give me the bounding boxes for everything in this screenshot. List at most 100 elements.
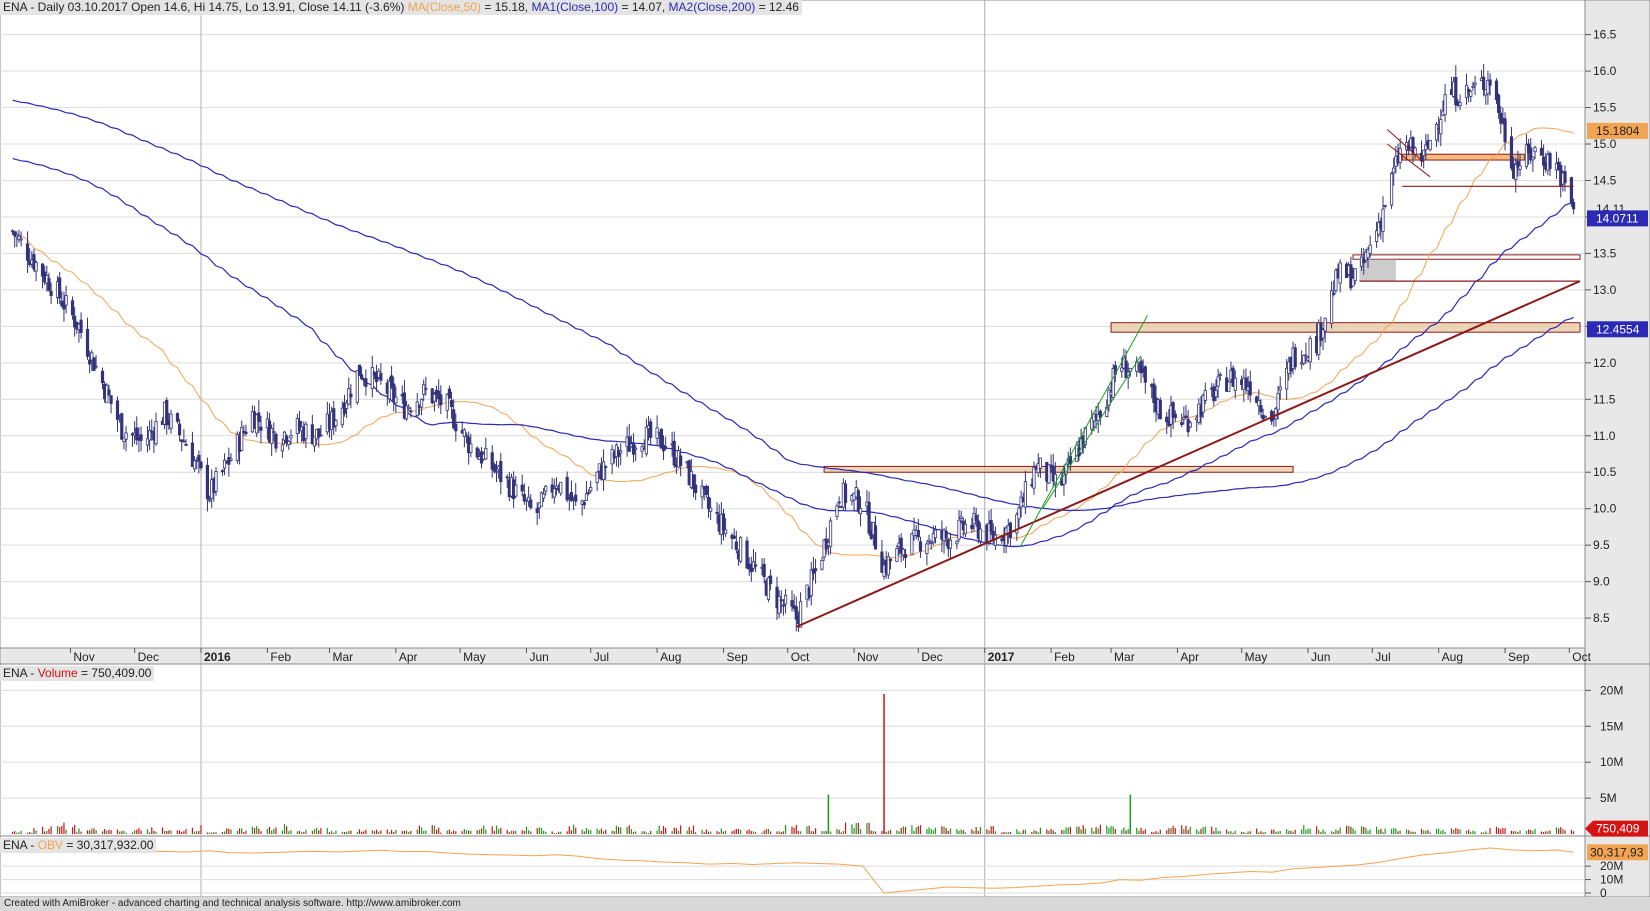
candle-body — [1563, 171, 1567, 184]
candle-body — [109, 395, 113, 404]
candle-body — [715, 511, 719, 514]
price-tick-label: 12.0 — [1593, 356, 1617, 370]
candle-body — [58, 277, 62, 299]
amibroker-chart-window: 8.59.09.510.010.511.011.512.012.513.013.… — [0, 0, 1650, 911]
candle-body — [304, 423, 308, 439]
obv-label: OBV — [37, 838, 64, 852]
candle-body — [1368, 244, 1372, 254]
candle-body — [357, 364, 362, 376]
candle-body — [927, 539, 931, 542]
date-label-2016: 2016 — [204, 650, 231, 664]
candle-body — [1332, 292, 1336, 295]
candle-body — [1293, 347, 1297, 368]
candle-body — [1143, 366, 1147, 383]
candle-body — [634, 447, 638, 450]
price-tick-label: 13.5 — [1593, 246, 1617, 260]
date-label-apr: Apr — [1180, 650, 1199, 664]
candle-body — [582, 502, 586, 506]
candle-body — [843, 483, 848, 503]
candle-body — [94, 365, 98, 368]
date-label-apr: Apr — [399, 650, 418, 664]
candle-body — [475, 447, 479, 458]
candle-body — [1173, 413, 1177, 419]
candle-body — [1509, 136, 1514, 169]
candle-body — [407, 406, 411, 410]
candle-body — [107, 389, 111, 396]
candle-body — [1008, 522, 1013, 538]
candle-body — [220, 470, 225, 473]
candle-body — [514, 484, 518, 497]
candle-body — [120, 413, 124, 440]
obv-tick-label: 10M — [1600, 873, 1623, 887]
price-header-text: ENA - Daily 03.10.2017 Open 14.6, Hi 14.… — [3, 0, 405, 14]
date-label-jul: Jul — [594, 650, 609, 664]
candle-body — [432, 393, 437, 402]
candle-body — [1302, 355, 1306, 364]
candle-body — [559, 481, 563, 494]
candle-body — [542, 493, 546, 499]
candle-body — [835, 505, 839, 517]
candle-body — [207, 499, 212, 502]
price-tick-label: 11.5 — [1593, 392, 1616, 406]
candle-body — [732, 535, 736, 539]
resistance-zone-10-5 — [823, 465, 1294, 473]
candle-body — [1098, 410, 1102, 418]
candle-body — [1482, 76, 1486, 90]
candle-body — [280, 444, 284, 452]
date-label-feb: Feb — [1054, 650, 1075, 664]
candle-body — [970, 524, 974, 530]
candle-body — [867, 501, 871, 534]
volume-tick-label: 15M — [1600, 719, 1623, 733]
candle-body — [370, 367, 374, 390]
ma100-value: = 14.07, — [618, 0, 666, 14]
candle-body — [828, 520, 833, 548]
candle-body — [270, 428, 274, 444]
price-tick-label: 9.5 — [1593, 538, 1610, 552]
candle-body — [79, 319, 83, 333]
candle-body — [978, 528, 983, 542]
candle-body — [535, 508, 539, 514]
candle-body — [619, 450, 623, 454]
candle-body — [47, 278, 51, 291]
date-label-nov: Nov — [857, 650, 878, 664]
obv-value-tag: 30,317,93 — [1590, 845, 1644, 859]
price-tick-label: 16.5 — [1593, 28, 1617, 42]
candle-body — [595, 471, 599, 484]
candle-body — [1539, 147, 1544, 156]
date-label-aug: Aug — [660, 650, 681, 664]
price-tick-label: 13.0 — [1593, 283, 1617, 297]
candle-body — [229, 458, 233, 461]
candle-body — [649, 421, 653, 438]
candle-body — [359, 374, 364, 379]
chart-canvas: 8.59.09.510.010.511.011.512.012.513.013.… — [0, 0, 1650, 900]
candle-body — [820, 559, 824, 570]
candle-body — [601, 461, 606, 480]
candle-body — [85, 328, 90, 357]
obv-tick-label: 20M — [1600, 859, 1623, 873]
candle-body — [1276, 392, 1280, 411]
candle-body — [334, 419, 338, 427]
candle-body — [694, 484, 698, 494]
price-tick-label: 10.5 — [1593, 465, 1617, 479]
ma100-value-tag: 14.0711 — [1596, 211, 1639, 225]
candle-body — [704, 485, 708, 496]
ma200-value-tag: 12.4554 — [1596, 322, 1640, 336]
candle-body — [464, 434, 469, 437]
candle-body — [92, 357, 96, 371]
candle-body — [837, 501, 841, 504]
candle-body — [1398, 147, 1402, 163]
candle-body — [182, 440, 186, 443]
candle-body — [944, 530, 948, 539]
candle-body — [1383, 205, 1387, 207]
candle-body — [154, 421, 158, 445]
candle-body — [734, 541, 738, 550]
candle-body — [552, 488, 556, 498]
candle-body — [1392, 167, 1396, 174]
candle-body — [184, 443, 188, 446]
candle-body — [584, 493, 589, 501]
price-header: ENA - Daily 03.10.2017 Open 14.6, Hi 14.… — [0, 0, 802, 15]
candle-body — [1248, 381, 1252, 396]
candle-body — [959, 516, 963, 520]
candle-body — [544, 485, 548, 492]
candle-body — [1263, 415, 1267, 418]
